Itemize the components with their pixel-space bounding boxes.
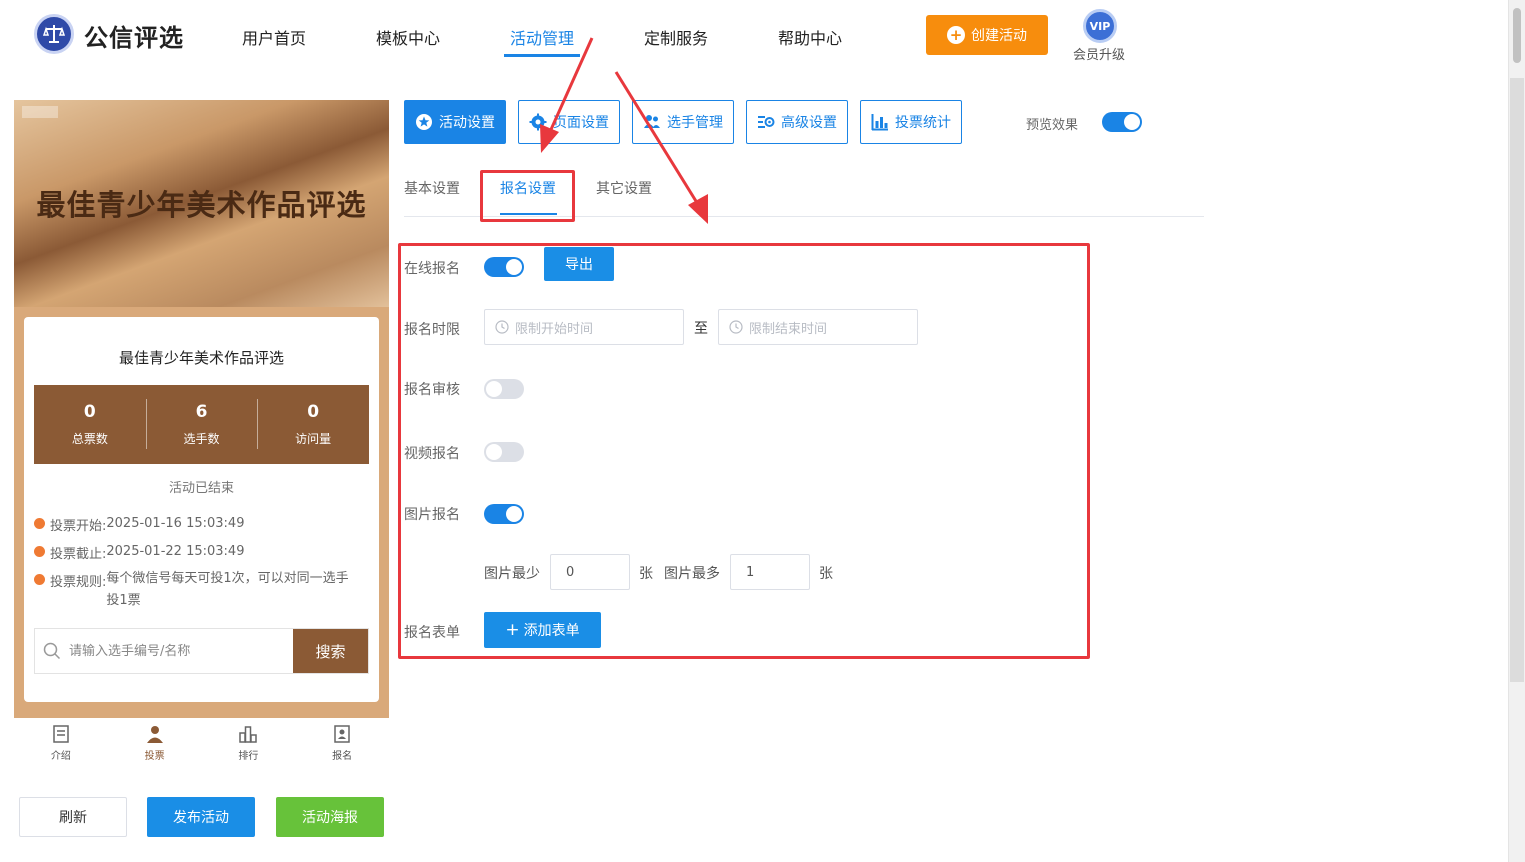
stat-visits: 0 访问量 xyxy=(257,385,369,464)
stat-value: 0 xyxy=(83,402,96,422)
tabbar-item-signup[interactable]: 报名 xyxy=(295,718,389,770)
activity-info-card: 最佳青少年美术作品评选 0 总票数 6 选手数 0 访问量 活动已结束 投票开始… xyxy=(24,317,379,702)
vip-badge-icon[interactable]: VIP xyxy=(1083,9,1117,43)
tab-contestant-management[interactable]: 选手管理 xyxy=(632,100,734,144)
activity-poster-button[interactable]: 活动海报 xyxy=(276,797,384,837)
activity-banner: 最佳青少年美术作品评选 xyxy=(14,100,389,307)
vote-start-row: 投票开始: 2025-01-16 15:03:49 xyxy=(34,515,356,534)
sliders-gear-icon xyxy=(758,116,775,128)
tab-page-settings[interactable]: 页面设置 xyxy=(518,100,620,144)
stat-total-votes: 0 总票数 xyxy=(34,385,146,464)
tab-advanced-settings[interactable]: 高级设置 xyxy=(746,100,848,144)
gear-icon xyxy=(529,113,547,131)
vote-rule-row: 投票规则: 每个微信号每天可投1次，可以对同一选手投1票 xyxy=(34,571,356,612)
info-key: 投票截止: xyxy=(50,547,107,562)
stat-contestants: 6 选手数 xyxy=(145,385,258,464)
top-navigation: 公信评选 用户首页 模板中心 活动管理 定制服务 帮助中心 + 创建活动 VIP… xyxy=(0,0,1508,72)
tabbar-label: 排行 xyxy=(238,751,259,762)
info-dot-icon xyxy=(34,546,45,557)
preview-effect-switch[interactable] xyxy=(1102,112,1142,132)
tabbar-item-ranking[interactable]: 排行 xyxy=(202,718,296,770)
nav-activity-management[interactable]: 活动管理 xyxy=(510,25,574,49)
search-icon xyxy=(35,629,69,673)
contestant-search-input[interactable] xyxy=(69,629,293,673)
annotation-box-signup-tab xyxy=(480,170,575,222)
tab-label: 高级设置 xyxy=(781,115,837,131)
tab-label: 页面设置 xyxy=(553,115,609,131)
create-activity-label: 创建活动 xyxy=(971,28,1027,44)
stat-label: 访问量 xyxy=(295,432,332,446)
star-circle-icon xyxy=(416,114,432,130)
refresh-button[interactable]: 刷新 xyxy=(19,797,127,837)
tab-label: 选手管理 xyxy=(667,115,723,131)
stat-value: 6 xyxy=(195,402,208,422)
subtab-other-settings[interactable]: 其它设置 xyxy=(596,178,652,198)
search-button[interactable]: 搜索 xyxy=(293,629,368,673)
member-upgrade-link[interactable]: 会员升级 xyxy=(1073,44,1125,63)
subtab-basic-settings[interactable]: 基本设置 xyxy=(404,178,460,198)
scrollbar-track-region xyxy=(1510,78,1524,682)
info-value: 2025-01-16 15:03:49 xyxy=(106,516,245,531)
stat-label: 总票数 xyxy=(71,432,108,446)
scale-logo-icon[interactable] xyxy=(34,14,74,54)
contestant-search: 搜索 xyxy=(34,628,369,674)
activity-status: 活动已结束 xyxy=(168,481,234,496)
tab-label: 投票统计 xyxy=(895,115,951,131)
bar-chart-icon xyxy=(871,114,888,131)
active-nav-underline xyxy=(504,54,580,57)
stat-value: 0 xyxy=(307,402,320,422)
nav-help-center[interactable]: 帮助中心 xyxy=(778,25,842,49)
create-activity-button[interactable]: + 创建活动 xyxy=(926,15,1048,55)
preview-effect-label: 预览效果 xyxy=(1026,118,1079,133)
tabbar-item-vote[interactable]: 投票 xyxy=(108,718,202,770)
users-icon xyxy=(644,115,660,128)
tab-vote-statistics[interactable]: 投票统计 xyxy=(860,100,962,144)
nav-template-center[interactable]: 模板中心 xyxy=(376,25,440,49)
arrow-head-to-signup-form xyxy=(688,194,708,224)
stats-panel: 0 总票数 6 选手数 0 访问量 xyxy=(34,385,369,464)
scrollbar-thumb[interactable] xyxy=(1513,8,1521,63)
activity-preview: 最佳青少年美术作品评选 最佳青少年美术作品评选 0 总票数 6 选手数 0 访问… xyxy=(14,100,389,718)
tabbar-label: 介绍 xyxy=(50,751,71,762)
user-icon xyxy=(146,726,163,743)
info-dot-icon xyxy=(34,574,45,585)
tab-label: 活动设置 xyxy=(439,115,495,131)
stat-label: 选手数 xyxy=(183,432,220,446)
activity-title: 最佳青少年美术作品评选 xyxy=(118,349,284,367)
tab-activity-settings[interactable]: 活动设置 xyxy=(404,100,506,144)
document-icon xyxy=(53,725,69,743)
annotation-box-signup-form xyxy=(398,243,1090,659)
info-key: 投票规则: xyxy=(50,575,107,590)
vote-end-row: 投票截止: 2025-01-22 15:03:49 xyxy=(34,543,356,562)
plus-circle-icon: + xyxy=(947,26,965,44)
tabbar-label: 投票 xyxy=(144,751,165,762)
preview-tabbar: 介绍 投票 排行 报名 xyxy=(14,718,389,770)
info-value: 2025-01-22 15:03:49 xyxy=(106,544,245,559)
banner-title: 最佳青少年美术作品评选 xyxy=(36,188,367,222)
info-value: 每个微信号每天可投1次，可以对同一选手投1票 xyxy=(106,571,349,608)
tabbar-label: 报名 xyxy=(332,751,353,762)
nav-user-home[interactable]: 用户首页 xyxy=(242,25,306,49)
banner-corner-mark xyxy=(22,106,58,118)
brand-name[interactable]: 公信评选 xyxy=(84,18,184,53)
id-card-icon xyxy=(334,725,350,743)
publish-activity-button[interactable]: 发布活动 xyxy=(147,797,255,837)
nav-custom-service[interactable]: 定制服务 xyxy=(644,25,708,49)
info-dot-icon xyxy=(34,518,45,529)
tabbar-item-intro[interactable]: 介绍 xyxy=(14,718,108,770)
ranking-bars-icon xyxy=(239,726,258,743)
info-key: 投票开始: xyxy=(50,519,107,534)
balance-scale-icon xyxy=(42,25,66,43)
